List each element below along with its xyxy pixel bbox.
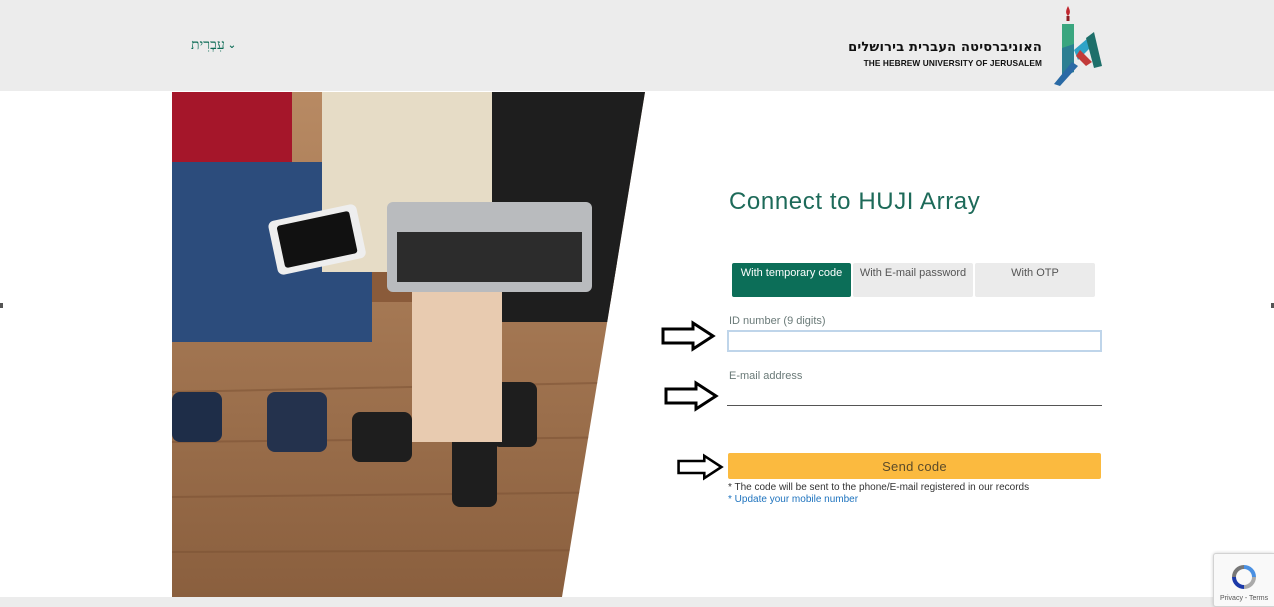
logo-english-name: THE HEBREW UNIVERSITY OF JERUSALEM [863,58,1042,68]
recaptcha-privacy-terms[interactable]: Privacy - Terms [1220,595,1268,602]
tab-otp[interactable]: With OTP [975,263,1095,297]
login-page: עִבְרִית ⌄ האוניברסיטה העברית בירושלים T… [0,0,1274,607]
tab-email-password[interactable]: With E-mail password [853,263,973,297]
header: עִבְרִית ⌄ האוניברסיטה העברית בירושלים T… [0,0,1274,91]
logo-hebrew-name: האוניברסיטה העברית בירושלים [848,40,1042,55]
id-number-input[interactable] [727,330,1102,352]
id-number-label: ID number (9 digits) [729,315,826,327]
arrow-right-icon [664,380,719,412]
left-edge-marker [0,303,3,308]
students-photo [172,92,645,597]
email-input[interactable] [727,385,1102,406]
recaptcha-badge[interactable]: Privacy - Terms [1213,553,1274,607]
update-mobile-link[interactable]: * Update your mobile number [728,494,858,505]
email-label: E-mail address [729,370,803,382]
language-label: עִבְרִית [191,37,225,53]
tab-temporary-code[interactable]: With temporary code [732,263,851,297]
code-delivery-note: * The code will be sent to the phone/E-m… [728,482,1030,493]
chevron-down-icon: ⌄ [227,40,237,51]
arrow-right-icon [677,453,724,481]
footer-strip [0,597,1274,607]
language-switcher[interactable]: עִבְרִית ⌄ [191,37,236,54]
send-code-button[interactable]: Send code [728,453,1101,479]
recaptcha-icon [1232,565,1256,589]
arrow-right-icon [661,320,716,352]
page-title: Connect to HUJI Array [729,188,981,215]
logo-text[interactable]: האוניברסיטה העברית בירושלים THE HEBREW U… [848,40,1042,68]
login-method-tabs: With temporary code With E-mail password… [732,263,1095,297]
huji-logo-icon[interactable] [1050,4,1104,86]
